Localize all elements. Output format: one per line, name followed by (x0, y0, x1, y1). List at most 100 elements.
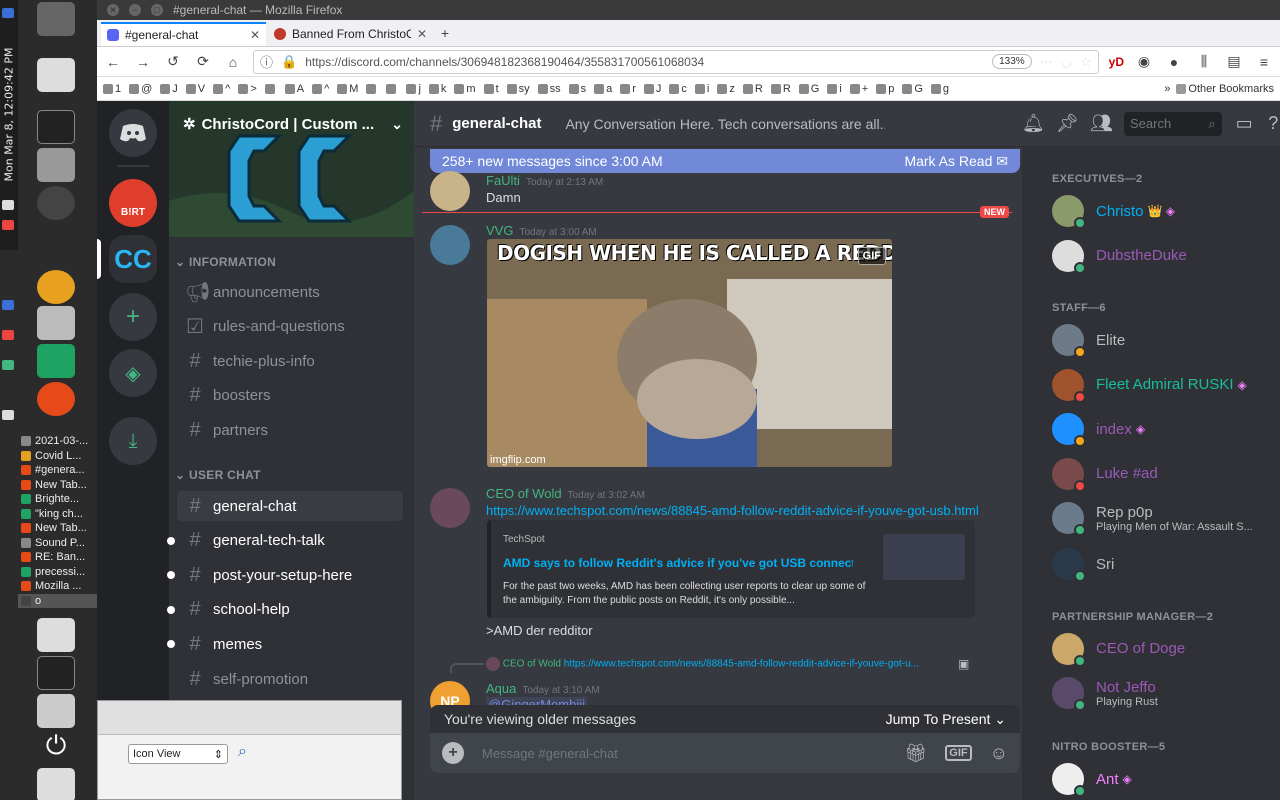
member-list-icon[interactable]: 👥︎ (1090, 113, 1113, 134)
taskbar-item[interactable]: Mozilla ... (18, 579, 97, 594)
channel-general-chat[interactable]: # general-chat (177, 491, 403, 521)
bookmark-item[interactable]: ^ (312, 83, 329, 95)
bookmark-item[interactable]: V (185, 83, 205, 95)
tray-app-icon[interactable] (2, 330, 14, 340)
gift-icon[interactable]: 🎁︎ (904, 743, 927, 764)
server-birt-icon[interactable]: B!RT (109, 179, 157, 227)
bookmark-item[interactable]: j (406, 83, 421, 95)
message-author[interactable]: CEO of Wold Today at 3:02 AM (486, 486, 645, 501)
bookmark-star-icon[interactable]: ☆ (1080, 54, 1092, 70)
bookmark-item[interactable]: i (694, 83, 709, 95)
tray-app-icon[interactable] (2, 360, 14, 370)
scanner-icon[interactable] (37, 148, 75, 182)
bookmark-item[interactable]: 1 (103, 83, 121, 95)
bookmark-item[interactable]: A (284, 83, 304, 95)
member-item[interactable]: Not Jeffo Playing Rust (1052, 677, 1277, 711)
volume-icon[interactable] (2, 200, 14, 210)
menu-icon[interactable]: ≡ (1254, 52, 1274, 72)
channel-techie-plus-info[interactable]: # techie-plus-info (177, 346, 403, 376)
discord-home-icon[interactable] (109, 109, 157, 157)
bookmark-item[interactable]: sy (506, 83, 530, 95)
bookmark-item[interactable]: > (238, 83, 257, 95)
bookmark-item[interactable]: p (876, 83, 894, 95)
firefox-icon[interactable] (37, 382, 75, 416)
reply-preview[interactable]: CEO of Wold https://www.techspot.com/new… (486, 657, 919, 671)
panel-clock[interactable]: Mon Mar 8, 12:09:42 PM (0, 0, 18, 250)
bookmark-item[interactable]: i (827, 83, 842, 95)
forward-icon[interactable]: → (133, 52, 153, 72)
member-item[interactable]: Sri (1052, 548, 1277, 582)
taskbar-item[interactable]: Sound P... (18, 536, 97, 551)
bookmark-item[interactable]: z (717, 83, 735, 95)
notify-icon[interactable] (2, 220, 14, 230)
bookmark-item[interactable]: r (620, 83, 636, 95)
bookmark-item[interactable]: m (454, 83, 476, 95)
taskbar-item[interactable]: "king ch... (18, 507, 97, 522)
text-editor-icon[interactable] (37, 58, 75, 92)
message-author[interactable]: FaUlti Today at 2:13 AM (486, 173, 603, 188)
bookmark-item[interactable]: ss (537, 83, 561, 95)
embed-thumbnail[interactable] (883, 534, 965, 580)
server-header[interactable]: ✲ ChristoCord | Custom ... ⌄ (183, 115, 403, 134)
channel-school-help[interactable]: # school-help (167, 595, 403, 625)
search-input[interactable]: Search ⌕ (1124, 111, 1222, 136)
message-author[interactable]: Aqua Today at 3:10 AM (486, 681, 600, 696)
close-window-icon[interactable]: ✕ (107, 4, 119, 16)
bookmark-item[interactable]: R (770, 83, 791, 95)
page-actions-icon[interactable]: ⋯ (1040, 54, 1053, 70)
member-item[interactable]: index ◈ (1052, 413, 1277, 447)
channel-general-tech-talk[interactable]: # general-tech-talk (167, 526, 403, 556)
member-item[interactable]: Luke #ad (1052, 457, 1277, 492)
extension-icon[interactable]: ◉ (1134, 52, 1154, 72)
notes-icon[interactable] (37, 344, 75, 378)
bookmark-item[interactable]: J (643, 83, 661, 95)
member-item[interactable]: Elite (1052, 324, 1277, 358)
trash-icon[interactable] (37, 2, 75, 36)
gif-attachment[interactable]: DOGISH WHEN HE IS CALLED A REDDITOR GIF … (487, 239, 892, 467)
home-icon[interactable]: ⌂ (223, 52, 243, 72)
taskbar-item[interactable]: Covid L... (18, 449, 97, 464)
taskbar-item[interactable]: o (18, 593, 97, 608)
gif-button[interactable]: GIF (945, 745, 972, 761)
channel-memes[interactable]: # memes (167, 629, 403, 659)
member-item[interactable]: CEO of Doge (1052, 632, 1277, 667)
message-input[interactable]: Message #general-chat (482, 746, 886, 761)
bookmark-item[interactable] (264, 83, 277, 95)
download-apps-icon[interactable]: ⤓ (109, 417, 157, 465)
taskbar-item[interactable]: RE: Ban... (18, 550, 97, 565)
bookmark-item[interactable]: G (798, 83, 819, 95)
url-bar[interactable]: ⓘ 🔒 https://discord.com/channels/3069481… (253, 49, 1099, 74)
jump-to-present-button[interactable]: Jump To Present ⌄ (886, 711, 1006, 728)
close-tab-icon[interactable]: ✕ (417, 27, 427, 41)
pocket-icon[interactable]: ◡ (1061, 54, 1072, 70)
magnifier-icon[interactable] (37, 270, 75, 304)
taskbar-item[interactable]: Brighte... (18, 492, 97, 507)
member-item[interactable]: Christo 👑 ◈ (1052, 195, 1277, 229)
bluetooth-icon[interactable] (2, 8, 14, 18)
other-bookmarks[interactable]: Other Bookmarks (1176, 83, 1274, 95)
taskbar-item[interactable]: #genera... (18, 463, 97, 478)
zoom-badge[interactable]: 133% (992, 54, 1032, 69)
reload-icon[interactable]: ⟳ (193, 52, 213, 72)
taskbar-item[interactable]: 2021-03-... (18, 434, 97, 449)
server-christocord-icon[interactable]: CC (109, 235, 157, 283)
bookmark-item[interactable] (386, 83, 398, 95)
terminal-icon[interactable] (37, 110, 75, 144)
member-item[interactable]: Rep p0p Playing Men of War: Assault S... (1052, 502, 1277, 536)
bookmark-item[interactable]: R (742, 83, 763, 95)
member-item[interactable]: DubstheDuke (1052, 239, 1277, 274)
notification-bell-icon[interactable]: 🔔︎ (1022, 113, 1045, 134)
library-icon[interactable]: ⫼ (1194, 52, 1214, 72)
add-server-icon[interactable]: + (109, 293, 157, 341)
power-icon[interactable]: ⏻ (37, 730, 75, 764)
new-messages-bar[interactable]: 258+ new messages since 3:00 AM Mark As … (430, 149, 1020, 173)
channel-boosters[interactable]: # boosters (177, 381, 403, 411)
channel-rules-and-questions[interactable]: ☑ rules-and-questions (177, 312, 403, 342)
file-manager-icon[interactable] (37, 306, 75, 340)
bookmark-item[interactable]: a (594, 83, 612, 95)
site-info-icon[interactable]: ⓘ (260, 52, 273, 71)
workspace-icon[interactable] (37, 768, 75, 800)
emoji-icon[interactable]: ☺ (990, 743, 1008, 764)
embed-title[interactable]: AMD says to follow Reddit's advice if yo… (503, 556, 853, 570)
bookmark-item[interactable]: c (669, 83, 687, 95)
